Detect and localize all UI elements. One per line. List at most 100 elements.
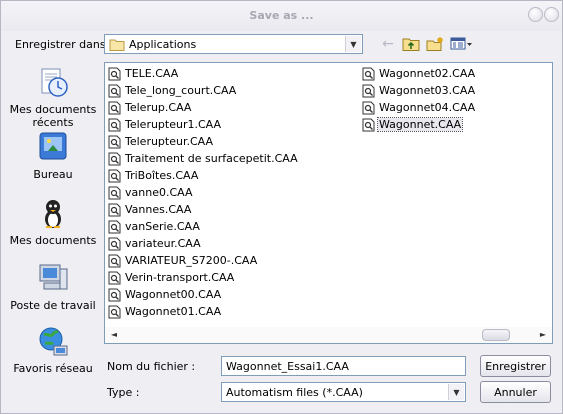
file-name: vanSerie.CAA xyxy=(125,220,200,233)
places-bar: Mes documents récents Bureau Mes documen… xyxy=(7,61,99,376)
file-name: Telerup.CAA xyxy=(125,101,192,114)
back-arrow-icon[interactable]: ← xyxy=(377,34,399,54)
file-item[interactable]: Telerupteur.CAA xyxy=(108,133,299,150)
file-name: Telerupteur1.CAA xyxy=(125,118,222,131)
file-item[interactable]: VARIATEUR_S7200-.CAA xyxy=(108,252,299,269)
file-icon xyxy=(108,84,121,97)
file-item[interactable]: TriBoîtes.CAA xyxy=(108,167,299,184)
chevron-down-icon[interactable]: ▼ xyxy=(345,36,361,52)
scroll-right-icon[interactable]: ► xyxy=(537,330,549,339)
scroll-left-icon[interactable]: ◄ xyxy=(108,330,120,339)
file-icon xyxy=(108,237,121,250)
file-name: Telerupteur.CAA xyxy=(125,135,214,148)
network-favorites-icon xyxy=(39,327,68,356)
file-icon xyxy=(362,84,375,97)
up-folder-icon[interactable] xyxy=(400,34,422,54)
file-icon xyxy=(362,101,375,114)
file-icon xyxy=(108,220,121,233)
file-icon xyxy=(362,67,375,80)
file-icon xyxy=(108,203,121,216)
file-item[interactable]: Telerup.CAA xyxy=(108,99,299,116)
file-name: Wagonnet.CAA xyxy=(376,117,464,132)
file-item[interactable]: Wagonnet03.CAA xyxy=(362,82,476,99)
file-name: Vannes.CAA xyxy=(125,203,192,216)
file-icon xyxy=(108,135,121,148)
file-icon xyxy=(108,288,121,301)
file-icon xyxy=(108,186,121,199)
file-name: Wagonnet01.CAA xyxy=(125,305,222,318)
save-as-dialog: Save as ... Enregistrer dans : Applicati… xyxy=(0,0,563,414)
scroll-thumb[interactable] xyxy=(482,329,510,341)
file-icon xyxy=(108,305,121,318)
place-network-favorites[interactable]: Favoris réseau xyxy=(7,324,99,375)
file-icon xyxy=(108,169,121,182)
place-desktop[interactable]: Bureau xyxy=(7,130,99,181)
file-item[interactable]: Wagonnet01.CAA xyxy=(108,303,299,320)
new-folder-icon[interactable] xyxy=(424,34,446,54)
view-menu-icon[interactable] xyxy=(448,34,474,54)
place-workstation[interactable]: Poste de travail xyxy=(7,261,99,312)
file-item[interactable]: Verin-transport.CAA xyxy=(108,269,299,286)
file-icon xyxy=(108,67,121,80)
file-item[interactable]: Wagonnet04.CAA xyxy=(362,99,476,116)
file-name: Tele_long_court.CAA xyxy=(125,84,237,97)
file-item[interactable]: TELE.CAA xyxy=(108,65,299,82)
look-in-value: Applications xyxy=(129,38,197,51)
file-item[interactable]: variateur.CAA xyxy=(108,235,299,252)
cancel-button[interactable]: Annuler xyxy=(480,381,551,403)
file-list[interactable]: TELE.CAA Tele_long_court.CAA Telerup.CAA Te… xyxy=(104,62,553,344)
file-name: VARIATEUR_S7200-.CAA xyxy=(125,254,258,267)
file-name: variateur.CAA xyxy=(125,237,201,250)
file-name: TriBoîtes.CAA xyxy=(125,169,199,182)
place-label: Mes documents xyxy=(9,234,97,247)
file-icon xyxy=(108,118,121,131)
dialog-title: Save as ... xyxy=(249,9,314,22)
look-in-label: Enregistrer dans : xyxy=(15,38,113,51)
file-item[interactable]: vanne0.CAA xyxy=(108,184,299,201)
file-item[interactable]: Wagonnet00.CAA xyxy=(108,286,299,303)
place-label: Poste de travail xyxy=(10,299,96,312)
filetype-label: Type : xyxy=(107,386,140,399)
file-item[interactable]: Wagonnet02.CAA xyxy=(362,65,476,82)
title-bar[interactable]: Save as ... xyxy=(1,1,562,31)
place-recent-documents[interactable]: Mes documents récents xyxy=(7,65,99,129)
filetype-select[interactable]: Automatism files (*.CAA) ▼ xyxy=(221,382,466,402)
my-documents-icon xyxy=(45,200,61,228)
filetype-value: Automatism files (*.CAA) xyxy=(226,386,363,399)
file-item[interactable]: vanSerie.CAA xyxy=(108,218,299,235)
file-name: TELE.CAA xyxy=(125,67,179,80)
file-name: Traitement de surfacepetit.CAA xyxy=(125,152,298,165)
place-my-documents[interactable]: Mes documents xyxy=(7,196,99,247)
place-label: Favoris réseau xyxy=(13,362,93,375)
workstation-icon xyxy=(39,264,68,290)
file-icon xyxy=(108,254,121,267)
look-in-dropdown[interactable]: Applications ▼ xyxy=(104,34,363,54)
chevron-down-icon[interactable]: ▼ xyxy=(448,384,464,400)
file-icon xyxy=(108,152,121,165)
horizontal-scrollbar[interactable]: ◄ ► xyxy=(105,327,552,343)
filename-label: Nom du fichier : xyxy=(107,360,196,373)
file-name: vanne0.CAA xyxy=(125,186,193,199)
save-button[interactable]: Enregistrer xyxy=(480,355,551,377)
recent-documents-icon xyxy=(41,68,68,97)
folder-icon xyxy=(109,39,125,51)
place-label: Bureau xyxy=(33,168,73,181)
file-icon xyxy=(108,271,121,284)
file-item[interactable]: Vannes.CAA xyxy=(108,201,299,218)
place-label: Mes documents récents xyxy=(9,103,97,129)
file-icon xyxy=(362,118,375,131)
file-item[interactable]: Tele_long_court.CAA xyxy=(108,82,299,99)
file-name: Wagonnet04.CAA xyxy=(379,101,476,114)
file-name: Wagonnet02.CAA xyxy=(379,67,476,80)
file-item[interactable]: Wagonnet.CAA xyxy=(362,116,476,133)
file-item[interactable]: Telerupteur1.CAA xyxy=(108,116,299,133)
file-item[interactable]: Traitement de surfacepetit.CAA xyxy=(108,150,299,167)
file-name: Verin-transport.CAA xyxy=(125,271,235,284)
file-column: Wagonnet02.CAA Wagonnet03.CAA Wagonnet04.C… xyxy=(362,65,476,133)
file-name: Wagonnet03.CAA xyxy=(379,84,476,97)
close-button[interactable] xyxy=(544,7,559,22)
file-name: Wagonnet00.CAA xyxy=(125,288,222,301)
desktop-icon xyxy=(39,132,67,160)
filename-input[interactable]: Wagonnet_Essai1.CAA xyxy=(221,356,466,376)
minimize-button[interactable] xyxy=(528,7,543,22)
